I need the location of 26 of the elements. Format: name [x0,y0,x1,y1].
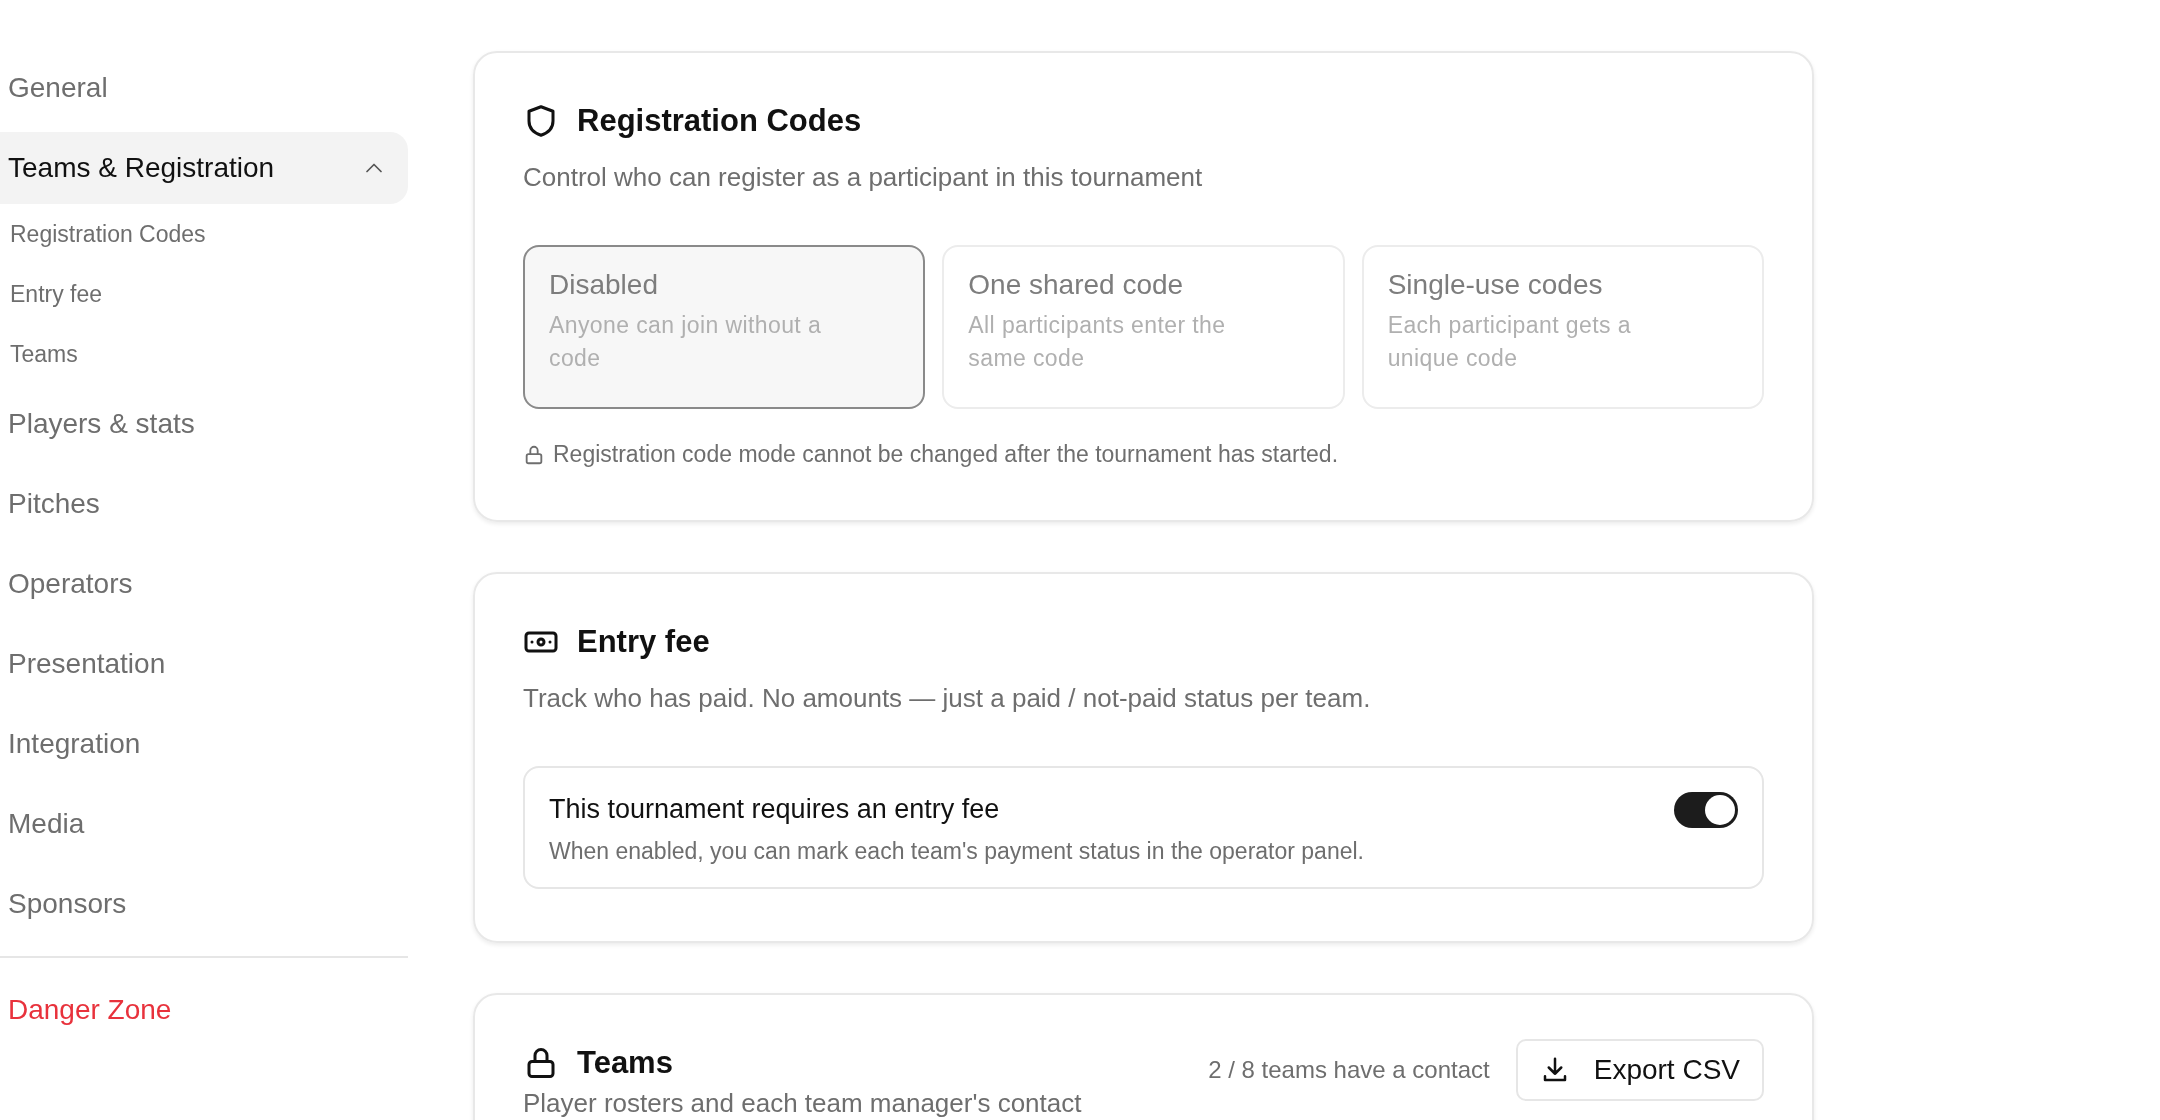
card-description: Player rosters and each team manager's contact [523,1087,1082,1119]
contact-count: 2 / 8 teams have a contact [1208,1056,1490,1084]
sidebar-subitem[interactable]: Entry fee [0,264,408,324]
sidebar-item[interactable]: Media [0,784,408,864]
sidebar-item[interactable]: Players & stats [0,384,408,464]
setting-description: When enabled, you can mark each team's payment status in the operator panel. [549,838,1364,865]
card-title: Teams [577,1045,673,1081]
sidebar-item[interactable]: General [0,48,408,128]
lock-icon [523,443,545,466]
sidebar-item[interactable]: Pitches [0,464,408,544]
card-title: Entry fee [577,624,710,660]
sidebar-subitem[interactable]: Teams [0,324,408,384]
sidebar-item[interactable]: Integration [0,704,408,784]
sidebar-item[interactable]: Danger Zone [0,970,408,1050]
sidebar-item[interactable]: Sponsors [0,864,408,944]
lock-notice: Registration code mode cannot be changed after the tournament has started. [553,441,1339,468]
card-description: Track who has paid. No amounts — just a paid / not-paid status per team. [523,682,1372,714]
sidebar-item[interactable]: Teams & Registration [0,132,408,204]
toggle-switch[interactable] [1674,792,1738,828]
sidebar-subitem[interactable]: Registration Codes [0,204,408,264]
card-title: Registration Codes [577,103,862,139]
card-description: Control who can register as a participant in this tournament [523,161,1204,193]
sidebar-item[interactable]: Presentation [0,624,408,704]
setting-title: This tournament requires an entry fee [549,793,1001,826]
export-button[interactable]: Export CSV [1515,1039,1764,1101]
sidebar-item[interactable]: Operators [0,544,408,624]
